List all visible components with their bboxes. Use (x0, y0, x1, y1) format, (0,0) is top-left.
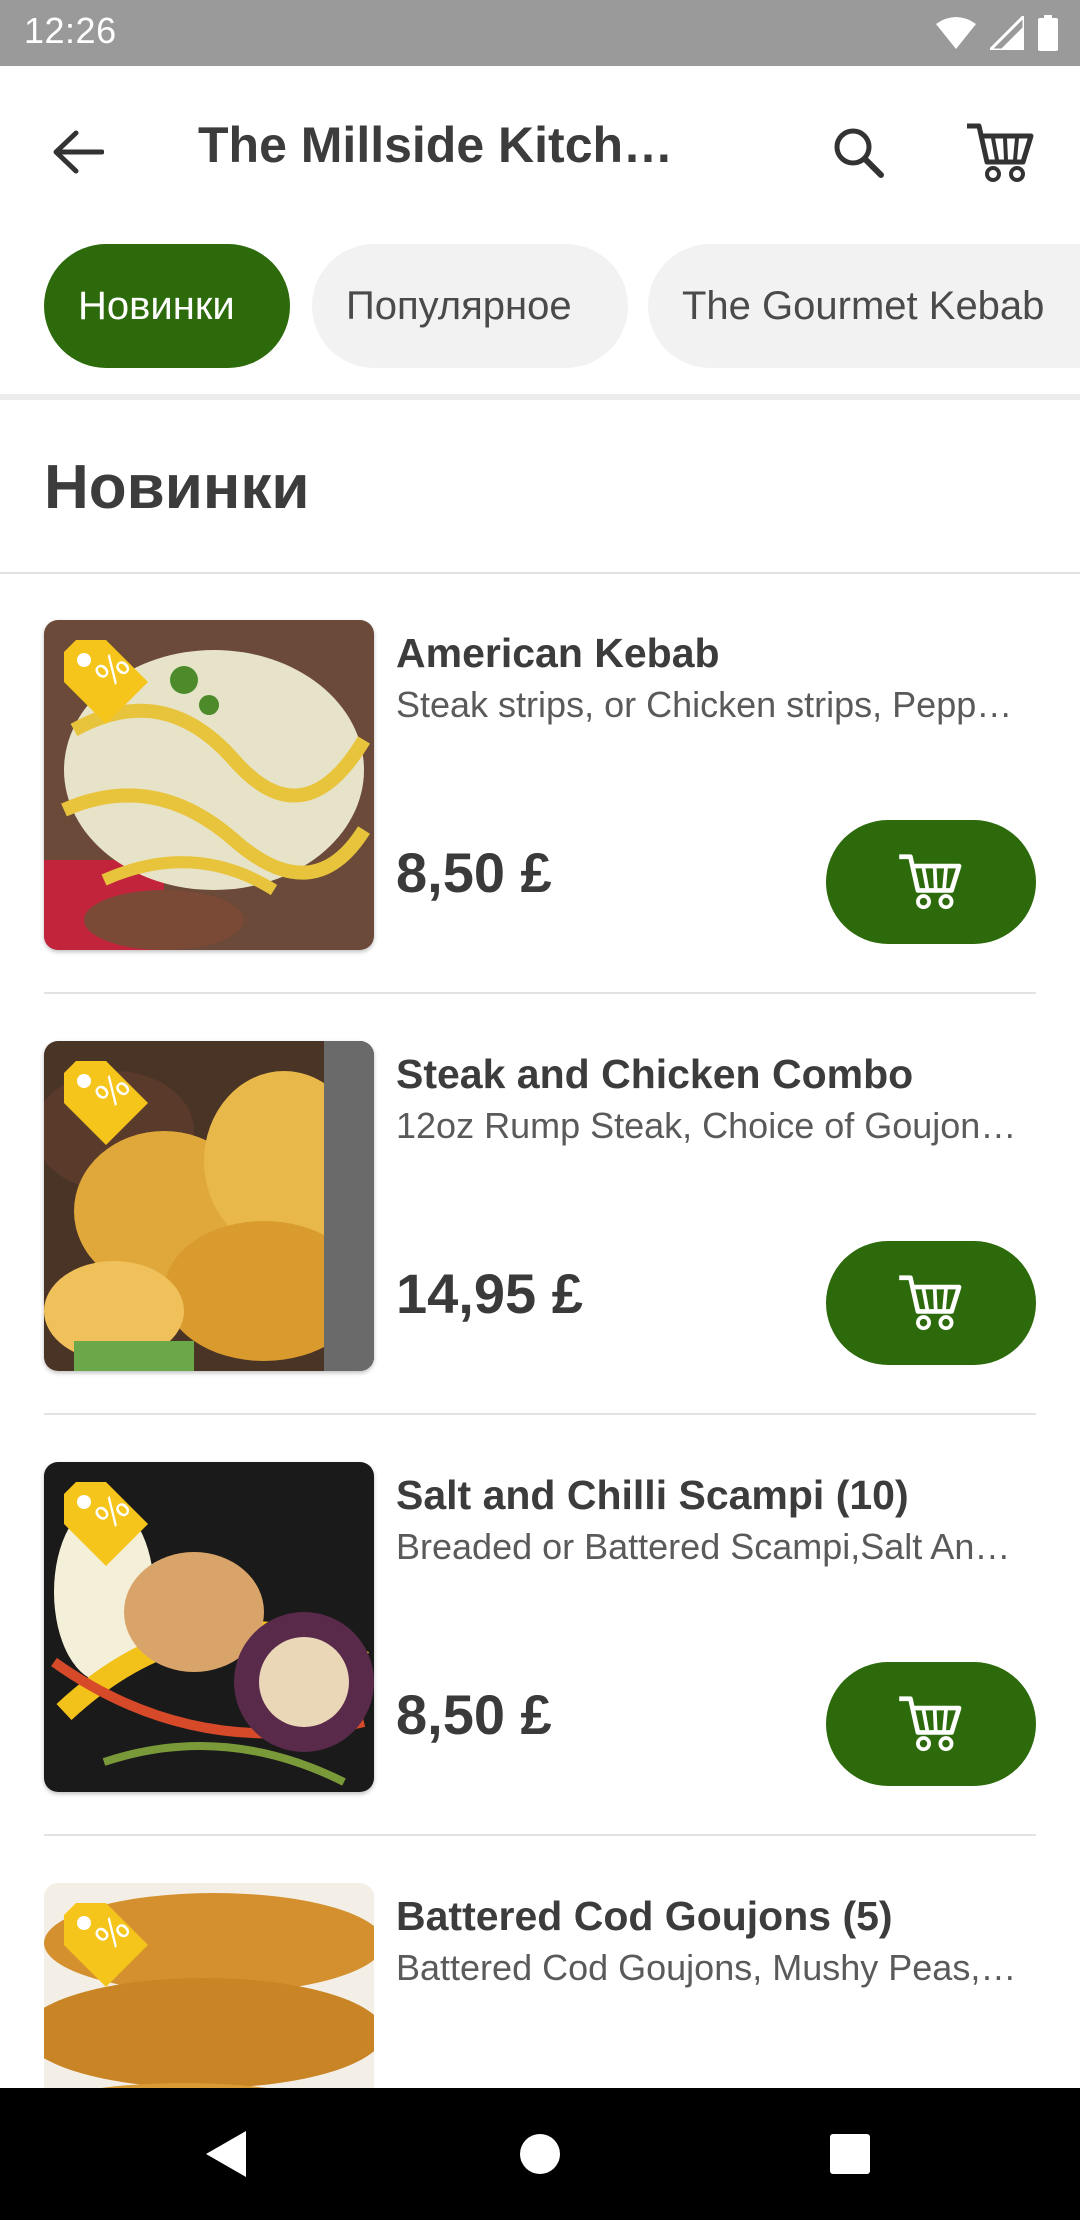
cart-icon (899, 1275, 962, 1331)
nav-home-button[interactable] (500, 2114, 580, 2194)
nav-recents-button[interactable] (810, 2114, 890, 2194)
menu-item[interactable]: % American Kebab Steak strips, or Chicke… (0, 574, 1080, 994)
item-name: Battered Cod Goujons (5) (396, 1893, 893, 1939)
cart-button[interactable] (956, 108, 1046, 198)
tab-gourmet-kebab[interactable]: The Gourmet Kebab (648, 244, 1080, 368)
status-bar: 12:26 (0, 0, 1080, 66)
item-name: American Kebab (396, 630, 720, 676)
item-description: 12oz Rump Steak, Choice of Goujon… (396, 1105, 1017, 1146)
nav-home-icon (520, 2134, 560, 2174)
add-to-cart-button[interactable] (826, 1241, 1036, 1365)
tab-new[interactable]: Новинки (44, 244, 290, 368)
item-image: % (44, 620, 374, 950)
back-arrow-icon (53, 130, 104, 174)
signal-icon (990, 16, 1024, 50)
item-image: % (44, 1462, 374, 1792)
item-image: % (44, 1041, 374, 1371)
discount-tag-icon: % (64, 1061, 148, 1145)
item-name: Salt and Chilli Scampi (10) (396, 1472, 909, 1518)
battery-icon (1038, 15, 1058, 51)
item-price: 8,50 £ (396, 1683, 552, 1746)
cart-icon (967, 123, 1034, 182)
discount-tag-icon: % (64, 1903, 148, 1987)
discount-tag-icon: % (64, 1482, 148, 1566)
discount-tag-icon: % (64, 640, 148, 724)
status-icons (936, 14, 1058, 52)
back-button[interactable] (40, 114, 116, 190)
tab-popular-label: Популярное (346, 283, 572, 328)
app-bar: The Millside Kitch… (0, 66, 1080, 224)
status-time: 12:26 (24, 10, 117, 51)
chips-divider (0, 394, 1080, 400)
menu-item[interactable]: % Battered Cod Goujons (5) Battered Cod … (0, 1837, 1080, 2088)
add-to-cart-button[interactable] (826, 1662, 1036, 1786)
item-description: Steak strips, or Chicken strips, Pepp… (396, 684, 1013, 725)
restaurant-title: The Millside Kitch… (198, 117, 674, 173)
item-price: 8,50 £ (396, 841, 552, 904)
tab-popular[interactable]: Популярное (312, 244, 628, 368)
item-description: Breaded or Battered Scampi,Salt An… (396, 1526, 1011, 1567)
item-divider (44, 992, 1036, 994)
add-to-cart-button[interactable] (826, 820, 1036, 944)
nav-back-button[interactable] (186, 2114, 266, 2194)
tab-new-label: Новинки (78, 283, 235, 328)
item-divider (44, 1834, 1036, 1836)
menu-item[interactable]: % Steak and Chicken Combo 12oz Rump Stea… (0, 995, 1080, 1415)
cart-icon (899, 854, 962, 910)
item-divider (44, 1413, 1036, 1415)
search-icon (834, 128, 884, 178)
search-button[interactable] (818, 112, 898, 192)
section-title: Новинки (44, 453, 310, 522)
tab-gourmet-kebab-label: The Gourmet Kebab (682, 283, 1045, 328)
item-price: 14,95 £ (396, 1262, 583, 1325)
item-image: % (44, 1883, 374, 2088)
system-nav-bar (0, 2088, 1080, 2220)
nav-recents-icon (830, 2134, 870, 2174)
wifi-icon (936, 17, 976, 49)
item-name: Steak and Chicken Combo (396, 1051, 914, 1097)
nav-back-icon (206, 2131, 246, 2177)
menu-item[interactable]: % Salt and Chilli Scampi (10) Breaded or… (0, 1416, 1080, 1836)
cart-icon (899, 1696, 962, 1752)
item-description: Battered Cod Goujons, Mushy Peas,… (396, 1947, 1017, 1988)
category-tabs: Новинки Популярное The Gourmet Kebab (0, 244, 1080, 368)
